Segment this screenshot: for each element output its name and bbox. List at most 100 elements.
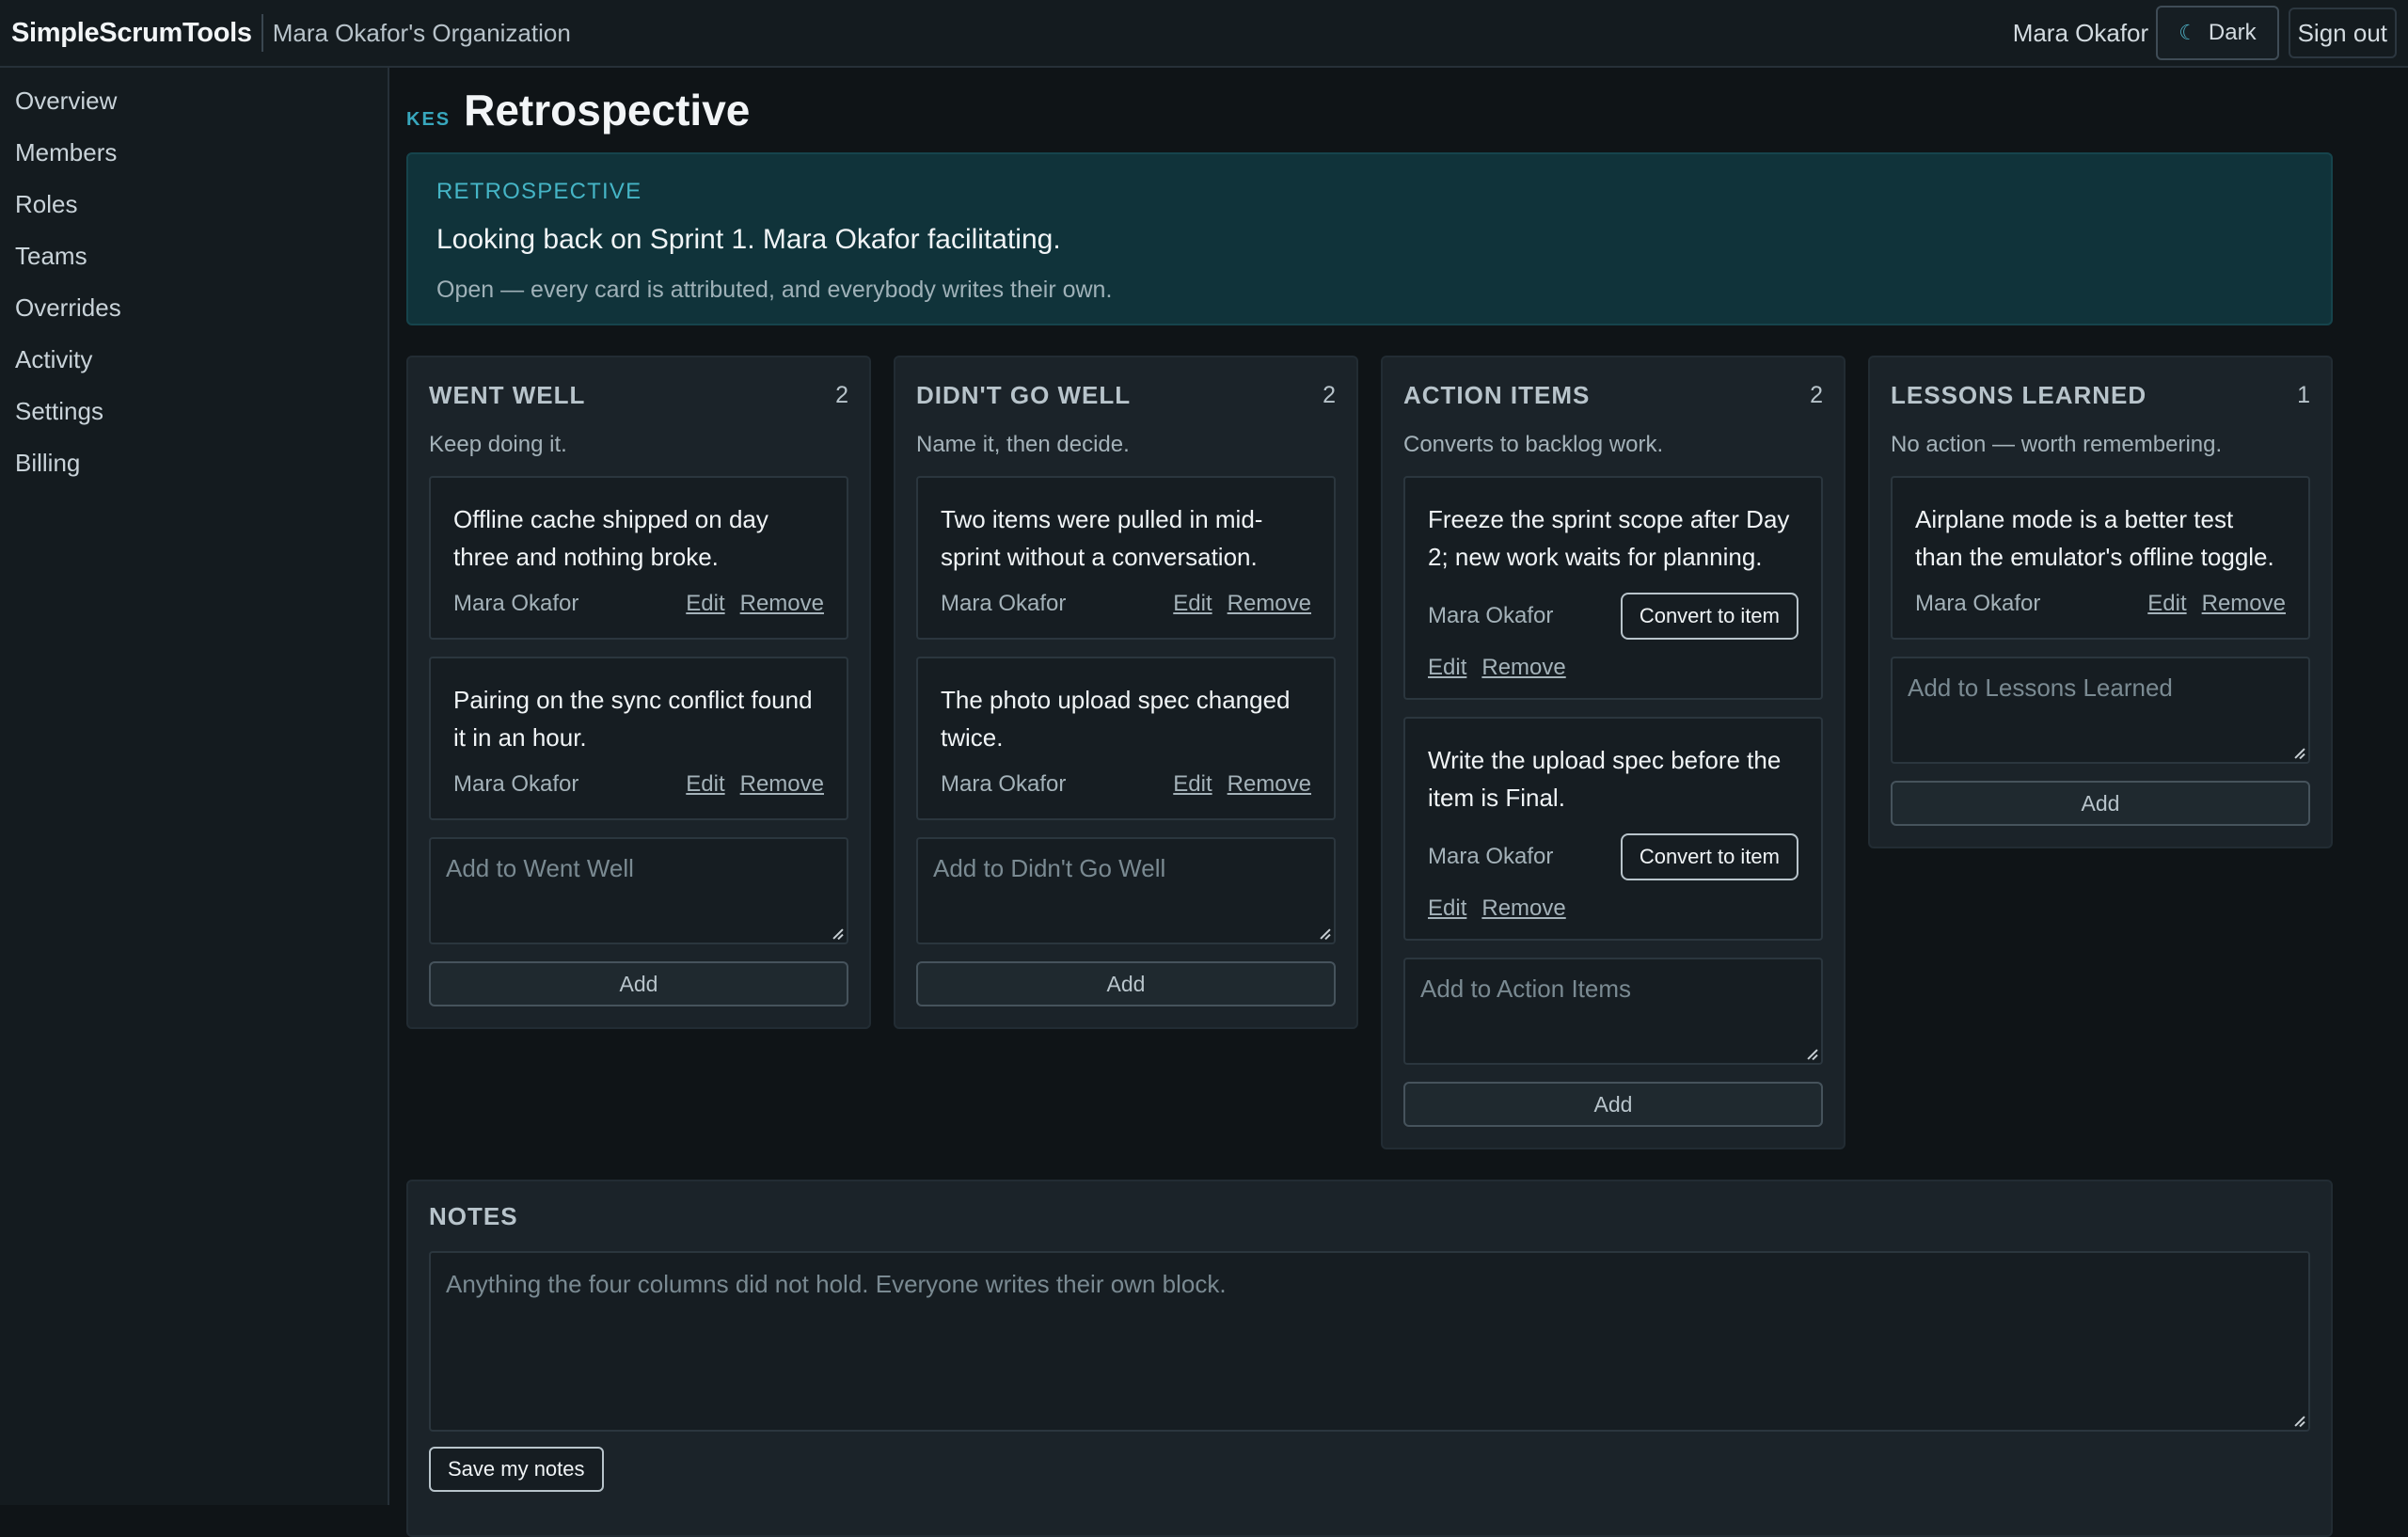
- resize-handle-icon[interactable]: [832, 927, 843, 939]
- organization-name[interactable]: Mara Okafor's Organization: [273, 19, 571, 48]
- resize-handle-icon[interactable]: [1806, 1048, 1817, 1059]
- page-title: Retrospective: [464, 86, 751, 135]
- theme-toggle-label: Dark: [2208, 20, 2257, 45]
- column-header: DIDN'T GO WELL 2: [916, 357, 1336, 433]
- sidebar-item-overview[interactable]: Overview: [0, 75, 388, 127]
- resize-handle-icon[interactable]: [2293, 1415, 2305, 1426]
- edit-card-link[interactable]: Edit: [2147, 591, 2186, 617]
- sidebar-item-activity[interactable]: Activity: [0, 334, 388, 386]
- column-lessons-learned: LESSONS LEARNED 1 No action — worth reme…: [1868, 356, 2333, 848]
- edit-card-link[interactable]: Edit: [1428, 895, 1466, 922]
- convert-to-item-button[interactable]: Convert to item: [1620, 593, 1798, 640]
- add-card-placeholder: Add to Action Items: [1420, 974, 1632, 1003]
- remove-card-link[interactable]: Remove: [1228, 591, 1311, 617]
- retro-columns: WENT WELL 2 Keep doing it. Offline cache…: [406, 356, 2333, 1202]
- retro-card: Two items were pulled in mid-sprint with…: [916, 476, 1336, 640]
- add-card-textarea[interactable]: Add to Lessons Learned: [1891, 657, 2310, 764]
- card-actions: Edit Remove: [2147, 591, 2286, 617]
- remove-card-link[interactable]: Remove: [1481, 655, 1565, 681]
- edit-card-link[interactable]: Edit: [1173, 771, 1212, 798]
- card-meta: Mara Okafor Convert to item: [1428, 593, 1798, 640]
- add-card-button[interactable]: Add: [1403, 1082, 1823, 1127]
- column-didnt-go-well: DIDN'T GO WELL 2 Name it, then decide. T…: [894, 356, 1358, 1029]
- column-description: Name it, then decide.: [916, 432, 1130, 457]
- banner-kicker: RETROSPECTIVE: [436, 179, 642, 204]
- card-author: Mara Okafor: [1915, 591, 2041, 616]
- add-card-button[interactable]: Add: [916, 961, 1336, 1006]
- card-author: Mara Okafor: [453, 771, 579, 797]
- card-meta: Mara Okafor Edit Remove: [941, 587, 1311, 621]
- remove-card-link[interactable]: Remove: [740, 591, 824, 617]
- card-actions: Edit Remove: [1428, 655, 1798, 681]
- remove-card-link[interactable]: Remove: [2202, 591, 2286, 617]
- card-text: Offline cache shipped on day three and n…: [453, 505, 768, 571]
- column-header: WENT WELL 2: [429, 357, 848, 433]
- project-code: KES: [406, 109, 452, 130]
- card-author: Mara Okafor: [1428, 603, 1554, 628]
- edit-card-link[interactable]: Edit: [1173, 591, 1212, 617]
- column-description: No action — worth remembering.: [1891, 432, 2223, 457]
- card-author: Mara Okafor: [941, 771, 1067, 797]
- column-header: ACTION ITEMS 2: [1403, 357, 1823, 433]
- column-header: LESSONS LEARNED 1: [1891, 357, 2310, 433]
- column-title: ACTION ITEMS: [1403, 380, 1591, 409]
- add-card-textarea[interactable]: Add to Action Items: [1403, 958, 1823, 1065]
- remove-card-link[interactable]: Remove: [1228, 771, 1311, 798]
- card-author: Mara Okafor: [941, 591, 1067, 616]
- user-controls: Mara Okafor ☾ Dark Sign out: [2013, 6, 2397, 60]
- sidebar-item-overrides[interactable]: Overrides: [0, 282, 388, 334]
- retro-summary-banner: RETROSPECTIVE Looking back on Sprint 1. …: [406, 152, 2333, 325]
- column-title: DIDN'T GO WELL: [916, 380, 1132, 409]
- column-description: Keep doing it.: [429, 432, 567, 457]
- edit-card-link[interactable]: Edit: [1428, 655, 1466, 681]
- card-meta: Mara Okafor Edit Remove: [941, 768, 1311, 801]
- add-card-placeholder: Add to Didn't Go Well: [933, 854, 1166, 882]
- theme-toggle-button[interactable]: ☾ Dark: [2156, 6, 2279, 60]
- current-user-name: Mara Okafor: [2012, 18, 2149, 47]
- column-count: 2: [1810, 381, 1823, 408]
- sidebar-item-billing[interactable]: Billing: [0, 437, 388, 489]
- edit-card-link[interactable]: Edit: [686, 591, 724, 617]
- edit-card-link[interactable]: Edit: [686, 771, 724, 798]
- add-card-textarea[interactable]: Add to Didn't Go Well: [916, 837, 1336, 944]
- column-count: 1: [2297, 381, 2310, 408]
- column-description: Converts to backlog work.: [1403, 432, 1664, 457]
- add-card-textarea[interactable]: Add to Went Well: [429, 837, 848, 944]
- remove-card-link[interactable]: Remove: [1481, 895, 1565, 922]
- resize-handle-icon[interactable]: [2293, 747, 2305, 758]
- sign-out-button[interactable]: Sign out: [2288, 8, 2397, 58]
- save-notes-button[interactable]: Save my notes: [429, 1447, 604, 1492]
- sidebar-item-roles[interactable]: Roles: [0, 179, 388, 230]
- card-actions: Edit Remove: [1173, 771, 1311, 798]
- brand-logo[interactable]: SimpleScrumTools: [11, 18, 252, 49]
- card-text: Freeze the sprint scope after Day 2; new…: [1428, 505, 1790, 571]
- card-meta: Mara Okafor Edit Remove: [453, 587, 824, 621]
- card-meta: Mara Okafor Convert to item: [1428, 833, 1798, 880]
- card-actions: Edit Remove: [1428, 895, 1798, 922]
- resize-handle-icon[interactable]: [1319, 927, 1330, 939]
- card-meta: Mara Okafor Edit Remove: [453, 768, 824, 801]
- add-card-button[interactable]: Add: [429, 961, 848, 1006]
- sidebar-item-teams[interactable]: Teams: [0, 230, 388, 282]
- card-actions: Edit Remove: [686, 591, 824, 617]
- card-actions: Edit Remove: [686, 771, 824, 798]
- card-text: Two items were pulled in mid-sprint with…: [941, 505, 1263, 571]
- card-actions: Edit Remove: [1173, 591, 1311, 617]
- column-count: 2: [1323, 381, 1336, 408]
- card-meta: Mara Okafor Edit Remove: [1915, 587, 2286, 621]
- remove-card-link[interactable]: Remove: [740, 771, 824, 798]
- page-header: KES Retrospective: [406, 68, 2333, 152]
- notes-textarea[interactable]: Anything the four columns did not hold. …: [429, 1251, 2310, 1432]
- retro-card: Airplane mode is a better test than the …: [1891, 476, 2310, 640]
- action-card: Freeze the sprint scope after Day 2; new…: [1403, 476, 1823, 700]
- add-card-button[interactable]: Add: [1891, 781, 2310, 826]
- main-content: KES Retrospective RETROSPECTIVE Looking …: [406, 68, 2333, 1202]
- retro-card: Pairing on the sync conflict found it in…: [429, 657, 848, 820]
- column-title: LESSONS LEARNED: [1891, 380, 2147, 409]
- banner-headline: Looking back on Sprint 1. Mara Okafor fa…: [436, 224, 1061, 255]
- column-title: WENT WELL: [429, 380, 586, 409]
- convert-to-item-button[interactable]: Convert to item: [1620, 833, 1798, 880]
- column-went-well: WENT WELL 2 Keep doing it. Offline cache…: [406, 356, 871, 1029]
- sidebar-item-members[interactable]: Members: [0, 127, 388, 179]
- sidebar-item-settings[interactable]: Settings: [0, 386, 388, 437]
